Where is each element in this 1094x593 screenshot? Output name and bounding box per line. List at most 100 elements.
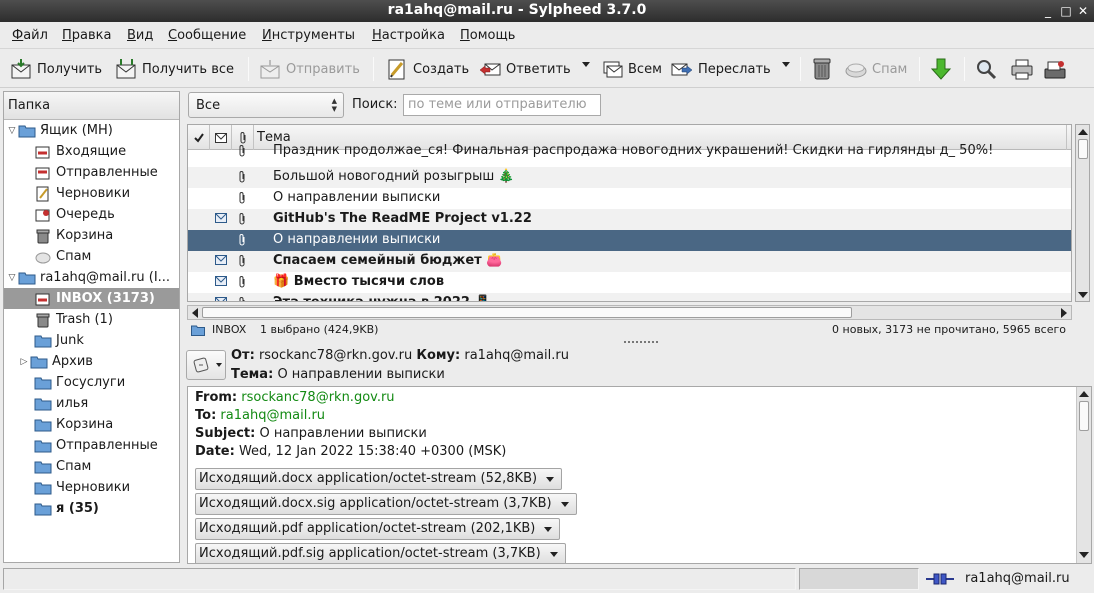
folder-item[interactable]: Спам bbox=[4, 246, 179, 267]
folder-item[interactable]: илья bbox=[4, 393, 179, 414]
folder-item[interactable]: Отправленные bbox=[4, 435, 179, 456]
mime-toggle-button[interactable] bbox=[186, 350, 226, 380]
header-subject: Subject: О направлении выписки bbox=[195, 426, 427, 441]
message-row[interactable]: О направлении выписки bbox=[188, 230, 1071, 251]
message-row[interactable]: Праздник продолжае_ся! Финальная распрод… bbox=[188, 141, 1071, 162]
menu-message[interactable]: Сообщение bbox=[168, 28, 246, 43]
menu-edit[interactable]: Правка bbox=[62, 28, 111, 43]
forward-button[interactable]: Переслать bbox=[671, 55, 771, 83]
folder-column-header[interactable]: Папка bbox=[4, 92, 179, 120]
reply-label: Ответить bbox=[506, 61, 571, 77]
expander-open-icon[interactable]: ▽ bbox=[6, 273, 18, 283]
title-bar: ra1ahq@mail.ru - Sylpheed 3.7.0 _ □ ✕ bbox=[0, 0, 1094, 22]
maximize-button[interactable]: □ bbox=[1058, 3, 1074, 19]
reply-all-button[interactable]: Всем bbox=[601, 55, 662, 83]
get-all-mail-button[interactable]: Получить все bbox=[115, 55, 234, 83]
forward-dropdown-icon[interactable] bbox=[782, 62, 790, 67]
next-unread-button[interactable] bbox=[930, 55, 952, 83]
unread-envelope-icon[interactable] bbox=[215, 213, 227, 223]
folder-item-label: Корзина bbox=[56, 228, 114, 243]
account-name[interactable]: ra1ahq@mail.ru bbox=[965, 571, 1070, 586]
message-body-scrollbar[interactable] bbox=[1076, 387, 1091, 563]
folder-item[interactable]: Госуслуги bbox=[4, 372, 179, 393]
menu-view[interactable]: Вид bbox=[127, 28, 153, 43]
send-button[interactable]: Отправить bbox=[259, 55, 360, 83]
reply-dropdown-icon[interactable] bbox=[582, 62, 590, 67]
unread-envelope-icon[interactable] bbox=[215, 297, 227, 302]
menu-help[interactable]: Помощь bbox=[460, 28, 515, 43]
scroll-right-icon[interactable] bbox=[1061, 308, 1067, 318]
folder-item[interactable]: Входящие bbox=[4, 141, 179, 162]
summary-from-label: От: bbox=[231, 348, 255, 363]
get-mail-button[interactable]: Получить bbox=[10, 55, 102, 83]
message-row[interactable]: GitHub's The ReadME Project v1.22 bbox=[188, 209, 1071, 230]
reply-button[interactable]: Ответить bbox=[479, 55, 571, 83]
print-button[interactable] bbox=[1010, 55, 1034, 83]
unread-envelope-icon[interactable] bbox=[215, 276, 227, 286]
folder-item-label: Trash (1) bbox=[56, 312, 113, 327]
menu-tools[interactable]: Инструменты bbox=[262, 28, 355, 43]
close-button[interactable]: ✕ bbox=[1075, 3, 1091, 19]
search-button[interactable] bbox=[975, 55, 997, 83]
scroll-left-icon[interactable] bbox=[192, 308, 198, 318]
scroll-down-icon[interactable] bbox=[1079, 552, 1089, 558]
folder-item[interactable]: я (35) bbox=[4, 498, 179, 519]
menu-file[interactable]: Файл bbox=[12, 28, 48, 43]
paperclip-icon bbox=[239, 145, 245, 157]
folder-item[interactable]: Спам bbox=[4, 456, 179, 477]
message-list-scrollbar[interactable] bbox=[1075, 124, 1090, 302]
hscroll-thumb[interactable] bbox=[202, 307, 852, 318]
message-list-hscroll[interactable] bbox=[187, 305, 1072, 320]
folder-item[interactable]: Корзина bbox=[4, 414, 179, 435]
folder-item[interactable]: Очередь bbox=[4, 204, 179, 225]
date-label: Date: bbox=[195, 444, 235, 459]
delete-button[interactable] bbox=[811, 55, 833, 83]
folder-item[interactable]: Корзина bbox=[4, 225, 179, 246]
folder-item[interactable]: ▷ Архив bbox=[4, 351, 179, 372]
compose-button[interactable]: Создать bbox=[386, 55, 469, 83]
folder-item[interactable]: ▽ ra1ahq@mail.ru (I... bbox=[4, 267, 179, 288]
address-book-button[interactable] bbox=[1043, 55, 1067, 83]
scroll-up-icon[interactable] bbox=[1078, 129, 1088, 135]
attachment-button[interactable]: Исходящий.pdf application/octet-stream (… bbox=[195, 518, 561, 540]
scrollbar-thumb[interactable] bbox=[1078, 139, 1088, 159]
pane-resize-handle[interactable] bbox=[624, 341, 658, 345]
scroll-down-icon[interactable] bbox=[1078, 292, 1088, 298]
message-row[interactable]: О направлении выписки bbox=[188, 188, 1071, 209]
chevron-down-icon bbox=[560, 502, 569, 507]
message-row[interactable]: Спасаем семейный бюджет 👛 bbox=[188, 251, 1071, 272]
folder-item[interactable]: Черновики bbox=[4, 183, 179, 204]
folder-item[interactable]: INBOX (3173) bbox=[4, 288, 179, 309]
online-plug-icon[interactable] bbox=[926, 572, 954, 586]
to-address-link[interactable]: ra1ahq@mail.ru bbox=[220, 408, 325, 423]
unread-envelope-icon[interactable] bbox=[215, 255, 227, 265]
spam-button[interactable]: Спам bbox=[845, 55, 907, 83]
expander-closed-icon[interactable]: ▷ bbox=[18, 357, 30, 367]
folder-item-label: Корзина bbox=[56, 417, 114, 432]
folder-icon bbox=[34, 335, 52, 347]
menu-tools-label: нструменты bbox=[271, 28, 356, 43]
attachment-button[interactable]: Исходящий.pdf.sig application/octet-stre… bbox=[195, 543, 566, 563]
folder-item[interactable]: Отправленные bbox=[4, 162, 179, 183]
minimize-button[interactable]: _ bbox=[1040, 3, 1056, 19]
message-row[interactable]: Эта техника нужна в 2022 📱 bbox=[188, 293, 1071, 302]
from-address-link[interactable]: rsockanc78@rkn.gov.ru bbox=[241, 390, 394, 405]
search-input[interactable]: по теме или отправителю bbox=[403, 94, 601, 116]
folder-item[interactable]: Черновики bbox=[4, 477, 179, 498]
menu-settings-label: астройка bbox=[381, 28, 445, 43]
filter-select[interactable]: Все ▲ ▼ bbox=[188, 92, 344, 118]
scroll-up-icon[interactable] bbox=[1079, 391, 1089, 397]
message-row[interactable]: 🎁 Вместо тысячи слов bbox=[188, 272, 1071, 293]
expander-open-icon[interactable]: ▽ bbox=[6, 126, 18, 136]
folder-item[interactable]: ▽ Ящик (MH) bbox=[4, 120, 179, 141]
forward-label: Переслать bbox=[698, 61, 771, 77]
spin-arrows-icon: ▲ ▼ bbox=[331, 97, 337, 113]
folder-item[interactable]: Trash (1) bbox=[4, 309, 179, 330]
attachment-button[interactable]: Исходящий.docx.sig application/octet-str… bbox=[195, 493, 577, 515]
message-row[interactable]: Большой новогодний розыгрыш 🎄 bbox=[188, 167, 1071, 188]
scrollbar-thumb[interactable] bbox=[1079, 401, 1089, 431]
menu-settings[interactable]: Настройка bbox=[372, 28, 445, 43]
folder-item[interactable]: Junk bbox=[4, 330, 179, 351]
menu-help-mnemonic: П bbox=[460, 28, 470, 43]
attachment-button[interactable]: Исходящий.docx application/octet-stream … bbox=[195, 468, 563, 490]
